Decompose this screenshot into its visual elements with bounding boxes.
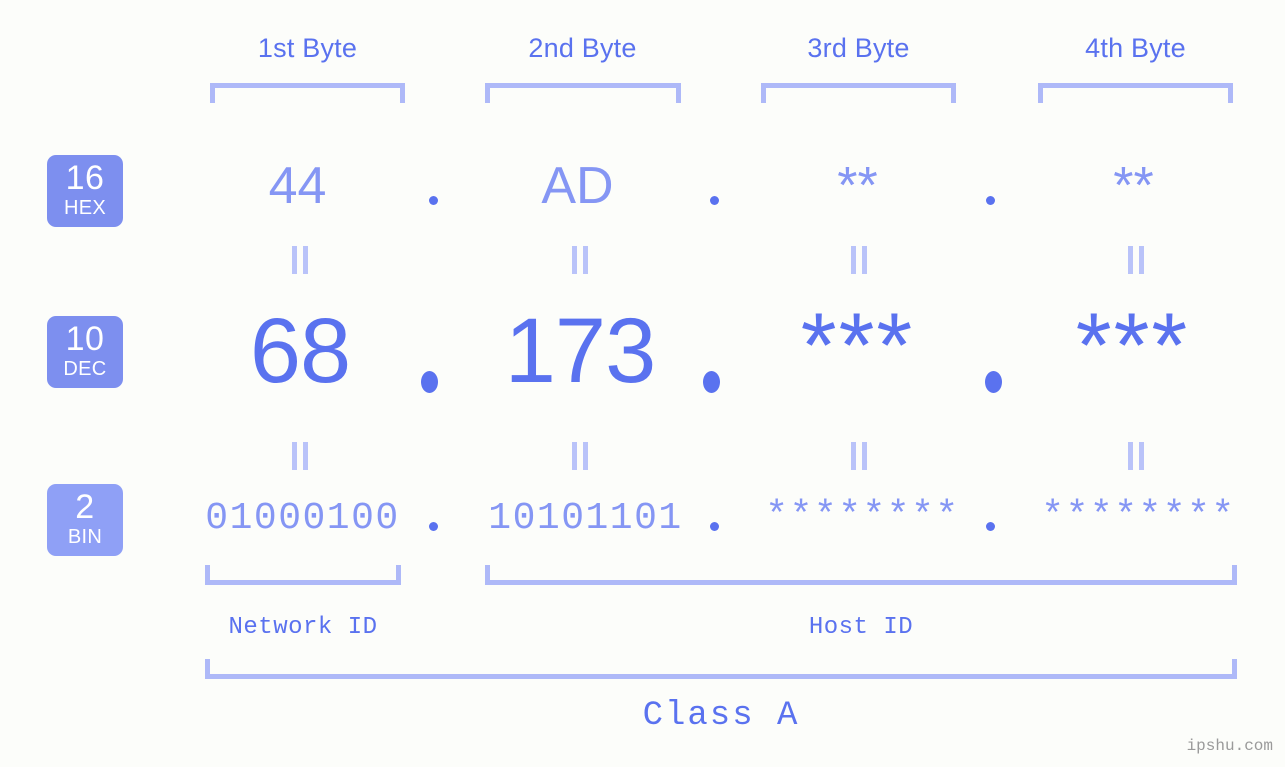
- bin-separator-dot-2: [710, 522, 719, 531]
- byte-header-1: 1st Byte: [257, 33, 358, 63]
- badge-dec-radix: DEC: [63, 357, 107, 380]
- equivalence-mark-hexdec-4: [1128, 246, 1144, 274]
- equivalence-mark-decbin-2: [572, 442, 588, 470]
- network-id-label: Network ID: [228, 614, 378, 641]
- hex-separator-dot-1: [429, 196, 438, 205]
- byte-header-4: 4th Byte: [1085, 33, 1186, 63]
- equivalence-mark-hexdec-1: [292, 246, 308, 274]
- byte-bracket-1: [210, 83, 405, 103]
- equivalence-mark-decbin-3: [851, 442, 867, 470]
- class-label: Class A: [642, 697, 800, 735]
- bin-byte-3: ********: [765, 495, 960, 538]
- dec-separator-dot-2: [703, 371, 720, 393]
- bin-byte-4: ********: [1041, 495, 1236, 538]
- byte-header-2: 2nd Byte: [528, 33, 637, 63]
- network-id-bracket: [205, 565, 401, 585]
- ip-breakdown-diagram: 1st Byte 2nd Byte 3rd Byte 4th Byte 16 H…: [0, 0, 1285, 767]
- badge-bin-number: 2: [75, 488, 95, 526]
- badge-bin-radix: BIN: [67, 525, 103, 548]
- badge-dec: 10 DEC: [47, 316, 123, 388]
- badge-hex-radix: HEX: [63, 196, 107, 219]
- hex-byte-3: **: [837, 157, 878, 215]
- byte-bracket-3: [761, 83, 956, 103]
- hex-separator-dot-3: [986, 196, 995, 205]
- hex-byte-4: **: [1113, 157, 1154, 215]
- byte-header-3: 3rd Byte: [807, 33, 910, 63]
- hex-separator-dot-2: [710, 196, 719, 205]
- bin-separator-dot-1: [429, 522, 438, 531]
- badge-bin: 2 BIN: [47, 484, 123, 556]
- dec-byte-3: ***: [800, 295, 915, 397]
- class-bracket: [205, 659, 1237, 679]
- badge-dec-number: 10: [65, 320, 105, 358]
- badge-hex-number: 16: [65, 159, 105, 197]
- dec-byte-2: 173: [504, 300, 657, 402]
- dec-byte-1: 68: [249, 300, 351, 402]
- host-id-label: Host ID: [808, 614, 914, 641]
- bin-byte-1: 01000100: [205, 497, 400, 540]
- dec-separator-dot-3: [985, 371, 1002, 393]
- watermark: ipshu.com: [1186, 737, 1273, 755]
- dec-byte-4: ***: [1075, 295, 1190, 397]
- equivalence-mark-hexdec-2: [572, 246, 588, 274]
- hex-byte-2: AD: [541, 157, 614, 215]
- byte-bracket-4: [1038, 83, 1233, 103]
- equivalence-mark-hexdec-3: [851, 246, 867, 274]
- hex-byte-1: 44: [268, 157, 327, 215]
- badge-hex: 16 HEX: [47, 155, 123, 227]
- byte-bracket-2: [485, 83, 681, 103]
- host-id-bracket: [485, 565, 1237, 585]
- equivalence-mark-decbin-1: [292, 442, 308, 470]
- bin-byte-2: 10101101: [488, 497, 683, 540]
- dec-separator-dot-1: [421, 371, 438, 393]
- equivalence-mark-decbin-4: [1128, 442, 1144, 470]
- bin-separator-dot-3: [986, 522, 995, 531]
